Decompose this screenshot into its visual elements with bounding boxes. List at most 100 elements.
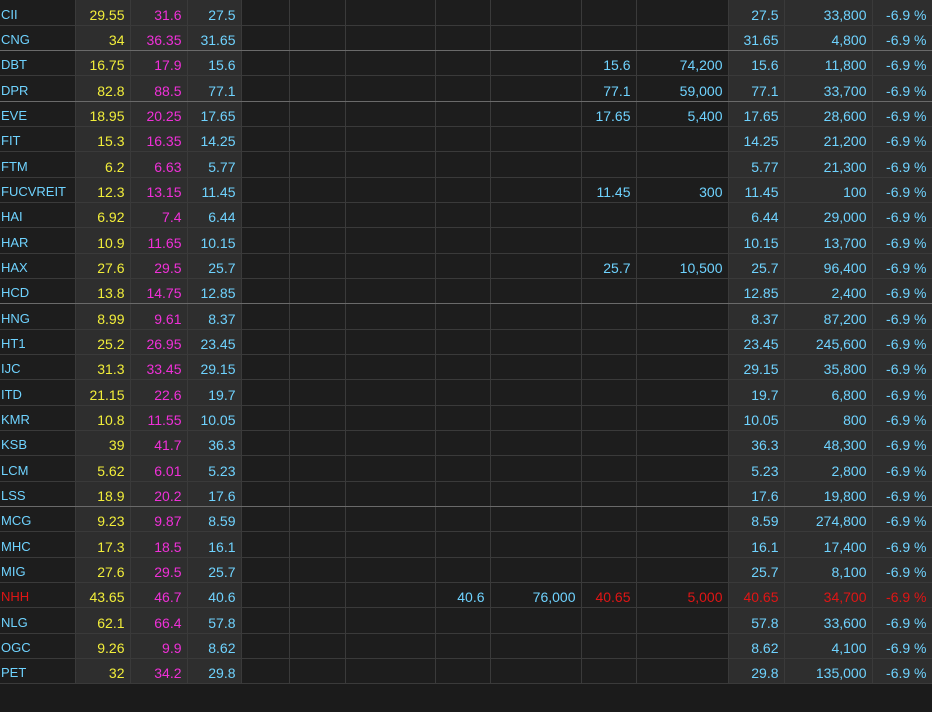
stock-row-lcm[interactable]: LCM 5.62 6.01 5.23 5.23 2,800 -6.9 %: [0, 455, 932, 482]
bid-volume-1-cell: 300: [636, 177, 729, 204]
symbol-cell[interactable]: DBT: [0, 50, 76, 77]
stock-row-ogc[interactable]: OGC 9.26 9.9 8.62 8.62 4,100 -6.9 %: [0, 633, 932, 660]
stock-row-ijc[interactable]: IJC 31.3 33.45 29.15 29.15 35,800 -6.9 %: [0, 354, 932, 381]
stock-row-pet[interactable]: PET 32 34.2 29.8 29.8 135,000 -6.9 %: [0, 658, 932, 685]
stock-row-mhc[interactable]: MHC 17.3 18.5 16.1 16.1 17,400 -6.9 %: [0, 531, 932, 558]
stock-row-hax[interactable]: HAX 27.6 29.5 25.7 25.7 10,500 25.7 96,400 -6.9 …: [0, 253, 932, 280]
symbol-cell[interactable]: HT1: [0, 329, 76, 356]
symbol-cell[interactable]: IJC: [0, 354, 76, 381]
reference-price-cell: 5.62: [75, 455, 131, 482]
stock-row-mcg[interactable]: MCG 9.23 9.87 8.59 8.59 274,800 -6.9 %: [0, 506, 932, 533]
bid-price-3-cell: [345, 329, 436, 356]
symbol-cell[interactable]: NLG: [0, 607, 76, 634]
symbol-cell[interactable]: ITD: [0, 379, 76, 406]
stock-row-itd[interactable]: ITD 21.15 22.6 19.7 19.7 6,800 -6.9 %: [0, 379, 932, 406]
ceiling-price-cell: 41.7: [130, 430, 188, 457]
bid-price-2-cell: [435, 278, 491, 305]
bid-volume-1-cell: [636, 405, 729, 432]
stock-row-eve[interactable]: EVE 18.95 20.25 17.65 17.65 5,400 17.65 28,600-…: [0, 101, 932, 128]
symbol-cell[interactable]: FUCVREIT: [0, 177, 76, 204]
empty-cell: [289, 329, 346, 356]
reference-price-cell: 29.55: [75, 0, 131, 26]
symbol-cell[interactable]: HAX: [0, 253, 76, 280]
stock-row-mig[interactable]: MIG 27.6 29.5 25.7 25.7 8,100 -6.9 %: [0, 557, 932, 584]
symbol-cell[interactable]: MCG: [0, 506, 76, 533]
symbol-cell[interactable]: MHC: [0, 531, 76, 558]
symbol-cell[interactable]: CII: [0, 0, 76, 26]
symbol-cell[interactable]: HNG: [0, 303, 76, 330]
stock-row-har[interactable]: HAR 10.9 11.65 10.15 10.15 13,700 -6.9 %: [0, 227, 932, 254]
empty-cell: [241, 329, 290, 356]
symbol-cell[interactable]: PET: [0, 658, 76, 685]
empty-cell: [241, 75, 290, 102]
stock-row-ftm[interactable]: FTM 6.2 6.63 5.77 5.77 21,300 -6.9 %: [0, 151, 932, 178]
last-volume-cell: 33,600: [784, 607, 873, 634]
symbol-cell[interactable]: FTM: [0, 151, 76, 178]
floor-price-cell: 17.6: [187, 481, 242, 508]
bid-volume-2-cell: [490, 379, 582, 406]
empty-cell: [289, 50, 346, 77]
stock-row-cng[interactable]: CNG 34 36.35 31.65 31.65 4,800 -6.9 %: [0, 25, 932, 52]
reference-price-cell: 31.3: [75, 354, 131, 381]
stock-row-hng[interactable]: HNG 8.99 9.61 8.37 8.37 87,200 -6.9 %: [0, 303, 932, 330]
symbol-cell[interactable]: NHH: [0, 582, 76, 609]
change-percent-cell: -6.9 %: [872, 430, 932, 457]
reference-price-cell: 6.2: [75, 151, 131, 178]
stock-row-dbt[interactable]: DBT 16.75 17.9 15.6 15.6 74,200 15.6 11,800 -6.9…: [0, 50, 932, 77]
symbol-cell[interactable]: HCD: [0, 278, 76, 305]
symbol-cell[interactable]: OGC: [0, 633, 76, 660]
symbol-cell[interactable]: KSB: [0, 430, 76, 457]
change-percent-cell: -6.9 %: [872, 557, 932, 584]
symbol-cell[interactable]: EVE: [0, 101, 76, 128]
ceiling-price-cell: 22.6: [130, 379, 188, 406]
change-percent-cell: -6.9 %: [872, 50, 932, 77]
stock-row-nhh[interactable]: NHH 43.65 46.7 40.6 40.6 76,000 40.65 5,000 40.6…: [0, 582, 932, 609]
bid-price-1-cell: [581, 658, 637, 685]
bid-price-3-cell: [345, 227, 436, 254]
floor-price-cell: 11.45: [187, 177, 242, 204]
bid-price-1-cell: [581, 329, 637, 356]
last-volume-cell: 8,100: [784, 557, 873, 584]
bid-volume-1-cell: [636, 354, 729, 381]
ceiling-price-cell: 66.4: [130, 607, 188, 634]
floor-price-cell: 29.15: [187, 354, 242, 381]
stock-row-lss[interactable]: LSS 18.9 20.2 17.6 17.6 19,800 -6.9 %: [0, 481, 932, 508]
symbol-cell[interactable]: HAR: [0, 227, 76, 254]
bid-volume-1-cell: [636, 506, 729, 533]
symbol-cell[interactable]: LCM: [0, 455, 76, 482]
symbol-cell[interactable]: CNG: [0, 25, 76, 52]
stock-row-hcd[interactable]: HCD 13.8 14.75 12.85 12.85 2,400 -6.9 %: [0, 278, 932, 305]
floor-price-cell: 23.45: [187, 329, 242, 356]
symbol-cell[interactable]: KMR: [0, 405, 76, 432]
stock-row-fit[interactable]: FIT 15.3 16.35 14.25 14.25 21,200 -6.9 %: [0, 126, 932, 153]
reference-price-cell: 13.8: [75, 278, 131, 305]
stock-row-ksb[interactable]: KSB 39 41.7 36.3 36.3 48,300 -6.9 %: [0, 430, 932, 457]
symbol-cell[interactable]: HAI: [0, 202, 76, 229]
stock-row-hai[interactable]: HAI 6.92 7.4 6.44 6.44 29,000 -6.9 %: [0, 202, 932, 229]
reference-price-cell: 25.2: [75, 329, 131, 356]
stock-row-kmr[interactable]: KMR 10.8 11.55 10.05 10.05 800 -6.9 %: [0, 405, 932, 432]
empty-cell: [289, 405, 346, 432]
stock-row-nlg[interactable]: NLG 62.1 66.4 57.8 57.8 33,600 -6.9 %: [0, 607, 932, 634]
last-price-cell: 36.3: [728, 430, 785, 457]
last-volume-cell: 35,800: [784, 354, 873, 381]
ceiling-price-cell: 14.75: [130, 278, 188, 305]
symbol-cell[interactable]: FIT: [0, 126, 76, 153]
floor-price-cell: 10.05: [187, 405, 242, 432]
reference-price-cell: 16.75: [75, 50, 131, 77]
stock-row-ht1[interactable]: HT1 25.2 26.95 23.45 23.45 245,600 -6.9 %: [0, 329, 932, 356]
last-price-cell: 31.65: [728, 25, 785, 52]
symbol-cell[interactable]: LSS: [0, 481, 76, 508]
bid-volume-2-cell: [490, 177, 582, 204]
symbol-cell[interactable]: MIG: [0, 557, 76, 584]
empty-cell: [289, 151, 346, 178]
stock-row-fucvreit[interactable]: FUCVREIT 12.3 13.15 11.45 11.45 300 11.45 100 -6…: [0, 177, 932, 204]
empty-cell: [289, 0, 346, 26]
stock-row-cii[interactable]: CII 29.55 31.6 27.5 27.5 33,800 -6.9 %: [0, 0, 932, 26]
ceiling-price-cell: 16.35: [130, 126, 188, 153]
bid-price-2-cell: [435, 405, 491, 432]
symbol-cell[interactable]: DPR: [0, 75, 76, 102]
stock-row-dpr[interactable]: DPR 82.8 88.5 77.1 77.1 59,000 77.1 33,700 -6.9 …: [0, 75, 932, 102]
empty-cell: [289, 379, 346, 406]
floor-price-cell: 14.25: [187, 126, 242, 153]
